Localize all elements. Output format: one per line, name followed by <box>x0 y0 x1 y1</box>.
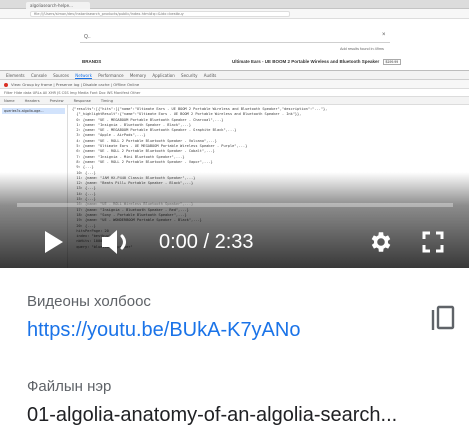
duration: 2:33 <box>214 231 254 253</box>
devtools-filter-bar: Filter Hide data URLs All XHR JS CSS Img… <box>0 89 469 97</box>
screen-search-hint: Add results found in 49ms <box>340 47 384 51</box>
share-info-panel: Видеоны холбоос https://youtu.be/BUkA-K7… <box>0 268 469 439</box>
file-name-label: Файлын нэр <box>27 378 112 395</box>
gear-icon <box>371 232 391 252</box>
copy-icon <box>431 305 455 330</box>
file-name: 01-algolia-anatomy-of-an-algolia-search.… <box>27 404 398 426</box>
browser-tab-strip: algoliasearch-helpe... <box>0 0 469 9</box>
screen-brand-heading: BRANDS <box>82 59 102 64</box>
devtools-tab: Audits <box>203 73 217 78</box>
volume-icon <box>102 230 126 254</box>
devtools-tab: Security <box>181 73 198 78</box>
fullscreen-button[interactable] <box>416 225 450 259</box>
progress-bar[interactable] <box>17 203 453 207</box>
devtools-toolbar-text: View: Group by frame | Preserve log | Di… <box>11 82 140 87</box>
browser-url: file:///Users/simon/dev/instantsearch_pr… <box>30 11 290 17</box>
devtools-tab: Elements <box>6 73 25 78</box>
browser-tab: algoliasearch-helpe... <box>26 2 90 9</box>
fullscreen-icon <box>422 231 444 253</box>
play-icon <box>45 231 63 253</box>
record-icon <box>4 83 8 87</box>
devtools-tab: Memory <box>129 73 147 78</box>
devtools-tab: Network <box>75 73 92 79</box>
devtools-tab: Application <box>152 73 175 78</box>
devtools-request-item: queries?x-algolia-age... <box>2 108 65 114</box>
devtools-tab: Console <box>30 73 47 78</box>
screen-page: Q.. × Add results found in 49ms BRANDS U… <box>0 19 469 70</box>
current-time: 0:00 <box>159 231 198 253</box>
devtools-detail-tab: Headers <box>24 99 40 103</box>
copy-link-button[interactable] <box>425 302 461 338</box>
devtools-detail-tab: Timing <box>100 99 113 103</box>
time-separator: / <box>197 231 215 253</box>
devtools-toolbar: View: Group by frame | Preserve log | Di… <box>0 80 469 89</box>
screen-result-title: Ultimate Ears - UE BOOM 2 Portable Wirel… <box>232 59 402 65</box>
devtools-tab-bar: Elements Console Sources Network Perform… <box>0 71 469 80</box>
video-link-label: Видеоны холбоос <box>27 293 151 310</box>
volume-button[interactable] <box>98 225 136 259</box>
settings-button[interactable] <box>364 225 398 259</box>
browser-address-bar: file:///Users/simon/dev/instantsearch_pr… <box>0 9 469 19</box>
screen-search-box: Q.. <box>80 31 390 43</box>
devtools-tab: Performance <box>98 73 124 78</box>
video-link[interactable]: https://youtu.be/BUkA-K7yANo <box>27 319 300 342</box>
video-player[interactable]: algoliasearch-helpe... file:///Users/sim… <box>0 0 469 268</box>
devtools-detail-tab: Response <box>73 99 91 103</box>
time-display: 0:00 / 2:33 <box>159 227 254 257</box>
screen-result-price: $199.99 <box>382 59 402 65</box>
devtools-detail-tab: Preview <box>49 99 64 103</box>
screen-search-clear-icon: × <box>382 32 386 38</box>
devtools-detail-tab: Name <box>4 99 15 103</box>
devtools-tab: Sources <box>53 73 69 78</box>
player-controls: 0:00 / 2:33 <box>0 215 469 268</box>
devtools-detail-tabs: Name Headers Preview Response Timing <box>0 97 469 105</box>
play-button[interactable] <box>37 225 71 259</box>
screen-result-name: Ultimate Ears - UE BOOM 2 Portable Wirel… <box>232 59 380 64</box>
